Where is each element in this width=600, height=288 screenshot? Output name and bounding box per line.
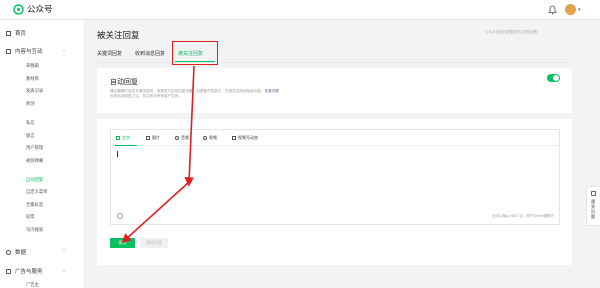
- annotation-arrow-to-save: [121, 181, 190, 244]
- annotation-arrow-down: [184, 65, 195, 187]
- annotation-arrows: [121, 65, 195, 244]
